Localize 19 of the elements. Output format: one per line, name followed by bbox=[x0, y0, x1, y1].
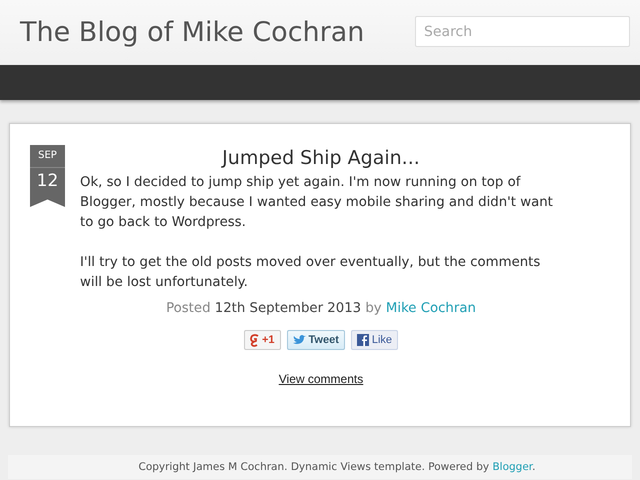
like-button[interactable]: Like bbox=[350, 330, 398, 350]
post-paragraph: I'll try to get the old posts moved over eventually, but the comments will be lost unfortunately. bbox=[80, 254, 542, 292]
posted-label: Posted bbox=[166, 301, 211, 316]
post-date: 12th September 2013 bbox=[214, 301, 362, 316]
view-comments-link[interactable]: View comments bbox=[278, 372, 364, 386]
author-link[interactable]: Mike Cochran bbox=[386, 301, 476, 316]
date-day: 12 bbox=[36, 168, 58, 194]
plus-one-button[interactable]: +1 bbox=[244, 330, 280, 350]
tweet-button[interactable]: Tweet bbox=[286, 330, 345, 350]
blog-title: The Blog of Mike Cochran bbox=[20, 17, 364, 48]
search-field[interactable]: Search bbox=[415, 16, 630, 47]
google-g-icon bbox=[250, 334, 259, 346]
post-title: Jumped Ship Again... bbox=[220, 147, 421, 169]
post-paragraph: Ok, so I decided to jump ship yet again. I'm now running on top of Blogger, mostly because I wanted easy mobile sharing and didn't want to go back to Wordpress. bbox=[80, 174, 554, 232]
by-label: by bbox=[365, 301, 382, 316]
footer-text: Copyright James M Cochran. Dynamic Views template. Powered by Blogger. bbox=[138, 461, 536, 473]
bird-icon bbox=[292, 335, 306, 345]
date-month: SEP bbox=[30, 145, 65, 168]
facebook-icon bbox=[356, 334, 369, 346]
